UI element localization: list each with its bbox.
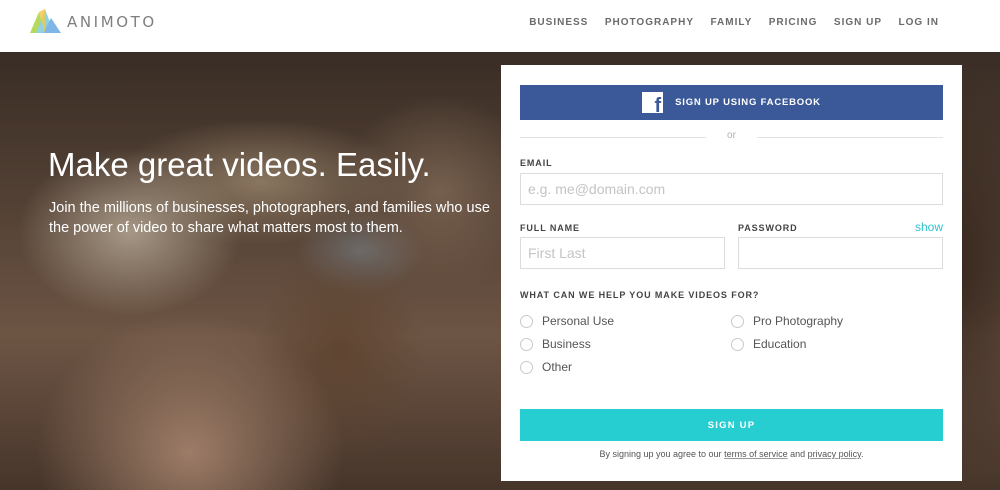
privacy-policy-link[interactable]: privacy policy xyxy=(808,449,861,459)
radio-button[interactable] xyxy=(731,314,744,328)
radio-button[interactable] xyxy=(520,337,533,351)
main-nav: BUSINESS PHOTOGRAPHY FAMILY PRICING SIGN… xyxy=(513,17,939,28)
hero-subtitle: Join the millions of businesses, photogr… xyxy=(49,200,490,236)
option-label: Education xyxy=(753,337,807,351)
video-purpose-question: WHAT CAN WE HELP YOU MAKE VIDEOS FOR? xyxy=(520,290,760,300)
email-field[interactable] xyxy=(520,173,943,205)
divider-line xyxy=(757,137,943,138)
terms-suffix: . xyxy=(861,449,864,459)
password-field[interactable] xyxy=(738,237,943,269)
full-name-field[interactable] xyxy=(520,237,725,269)
terms-and: and xyxy=(790,449,806,459)
email-label: EMAIL xyxy=(520,158,553,168)
option-business[interactable]: Business xyxy=(520,337,591,351)
logo-wordmark: ANIMOTO xyxy=(67,12,157,31)
or-text: or xyxy=(727,130,736,141)
animoto-logo-icon xyxy=(30,9,61,33)
nav-pricing[interactable]: PRICING xyxy=(769,17,818,28)
terms-prefix: By signing up you agree to our xyxy=(599,449,722,459)
full-name-label: FULL NAME xyxy=(520,223,580,233)
facebook-signup-button[interactable]: f SIGN UP USING FACEBOOK xyxy=(520,85,943,120)
nav-business[interactable]: BUSINESS xyxy=(529,17,588,28)
or-divider: or xyxy=(520,129,943,145)
nav-log-in[interactable]: LOG IN xyxy=(899,17,939,28)
sign-up-button[interactable]: SIGN UP xyxy=(520,409,943,441)
option-other[interactable]: Other xyxy=(520,360,572,374)
radio-button[interactable] xyxy=(731,337,744,351)
terms-notice: By signing up you agree to our terms of … xyxy=(501,449,962,459)
option-education[interactable]: Education xyxy=(731,337,806,351)
facebook-icon: f xyxy=(642,92,664,116)
top-navigation-bar: ANIMOTO BUSINESS PHOTOGRAPHY FAMILY PRIC… xyxy=(0,0,1000,52)
option-label: Pro Photography xyxy=(753,314,844,328)
radio-button[interactable] xyxy=(520,314,533,328)
show-password-link[interactable]: show xyxy=(915,220,943,234)
option-label: Other xyxy=(542,360,573,374)
terms-of-service-link[interactable]: terms of service xyxy=(724,449,788,459)
nav-family[interactable]: FAMILY xyxy=(711,17,753,28)
option-personal-use[interactable]: Personal Use xyxy=(520,314,614,328)
nav-sign-up[interactable]: SIGN UP xyxy=(834,17,882,28)
logo[interactable]: ANIMOTO xyxy=(30,9,157,34)
facebook-signup-label: SIGN UP USING FACEBOOK xyxy=(675,97,821,108)
hero-title: Make great videos. Easily. xyxy=(48,146,431,183)
option-label: Personal Use xyxy=(542,314,615,328)
signup-panel: f SIGN UP USING FACEBOOK or EMAIL FULL N… xyxy=(501,65,962,481)
radio-button[interactable] xyxy=(520,360,533,374)
option-pro-photography[interactable]: Pro Photography xyxy=(731,314,843,328)
nav-photography[interactable]: PHOTOGRAPHY xyxy=(605,17,694,28)
option-label: Business xyxy=(542,337,591,351)
password-label: PASSWORD xyxy=(738,223,798,233)
